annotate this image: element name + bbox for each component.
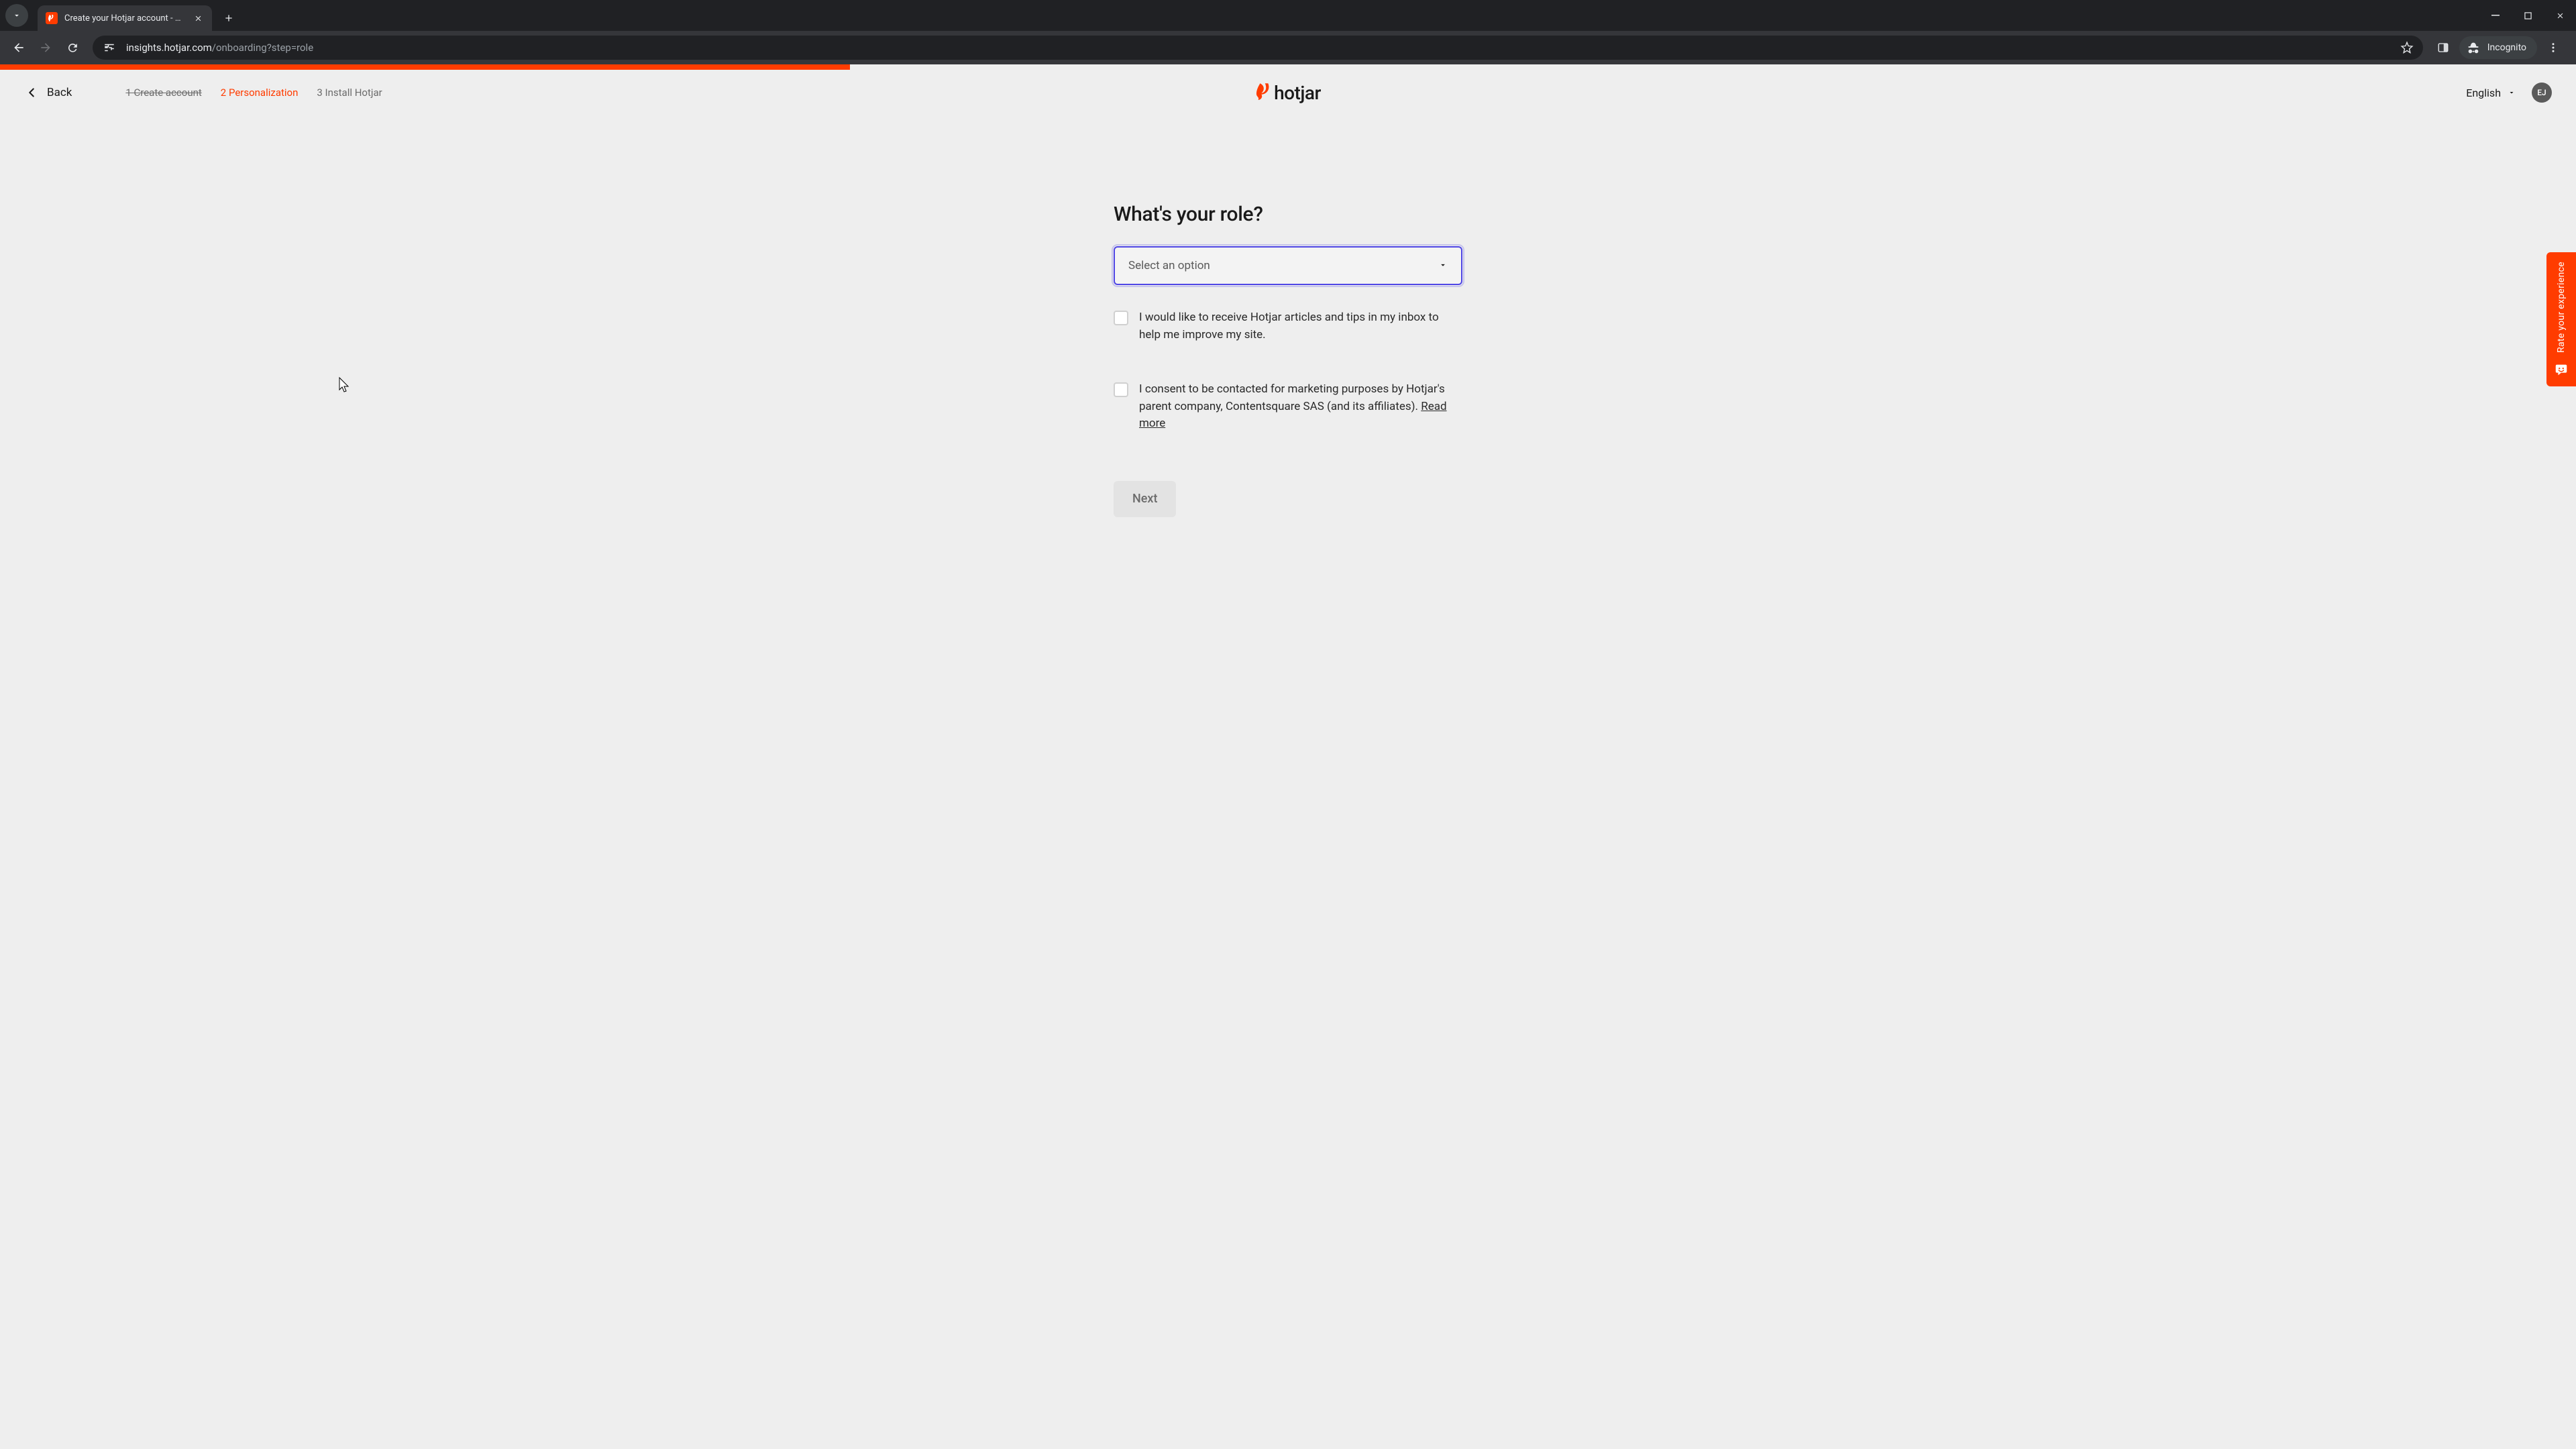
checkbox-tips-row: I would like to receive Hotjar articles … [1114, 309, 1462, 343]
step-install-hotjar: 3 Install Hotjar [317, 87, 382, 99]
minimize-icon [2491, 11, 2500, 19]
forward-nav-button[interactable] [34, 36, 58, 60]
close-window-button[interactable] [2544, 5, 2576, 26]
next-button[interactable]: Next [1114, 481, 1176, 517]
tab-search-button[interactable] [5, 4, 28, 27]
incognito-icon [2466, 40, 2481, 55]
browser-menu-button[interactable] [2541, 36, 2565, 60]
onboarding-steps: 1 Create account 2 Personalization 3 Ins… [125, 87, 382, 99]
checkbox-tips-label: I would like to receive Hotjar articles … [1139, 309, 1462, 343]
checkbox-consent[interactable] [1114, 382, 1128, 397]
close-icon [2556, 11, 2565, 20]
hotjar-favicon-icon [46, 12, 58, 24]
tune-icon [103, 42, 115, 54]
back-link[interactable]: Back [24, 85, 72, 100]
app-header: Back 1 Create account 2 Personalization … [0, 70, 2576, 115]
tab-strip: Create your Hotjar account - Ho [0, 0, 2576, 31]
checkbox-consent-label: I consent to be contacted for marketing … [1139, 381, 1462, 433]
mouse-cursor-icon [337, 376, 351, 394]
panel-icon [2437, 42, 2449, 54]
toolbar-right: Incognito [2431, 36, 2569, 60]
hotjar-wordmark: hotjar [1274, 82, 1321, 104]
avatar-initials: EJ [2537, 88, 2546, 97]
address-bar[interactable]: insights.hotjar.com/onboarding?step=role [93, 36, 2423, 60]
bookmark-button[interactable] [2400, 41, 2414, 54]
onboarding-form: What's your role? Select an option I wou… [1107, 203, 1469, 517]
select-caret-icon [1438, 260, 1448, 272]
feedback-tab[interactable]: Rate your experience [2546, 252, 2576, 386]
browser-chrome: Create your Hotjar account - Ho [0, 0, 2576, 64]
checkbox-tips[interactable] [1114, 311, 1128, 325]
browser-tab[interactable]: Create your Hotjar account - Ho [38, 5, 212, 31]
site-info-button[interactable] [102, 40, 117, 55]
header-right: English EJ [2466, 83, 2552, 103]
browser-toolbar: insights.hotjar.com/onboarding?step=role… [0, 31, 2576, 64]
maximize-icon [2524, 12, 2532, 19]
maximize-button[interactable] [2512, 5, 2544, 26]
hotjar-logo[interactable]: hotjar [1255, 82, 1321, 104]
chevron-down-icon [12, 11, 21, 20]
form-heading: What's your role? [1114, 203, 1462, 226]
language-switcher[interactable]: English [2466, 87, 2516, 99]
step-create-account: 1 Create account [125, 87, 201, 99]
incognito-label: Incognito [2487, 42, 2526, 53]
arrow-left-icon [12, 41, 25, 54]
arrow-right-icon [39, 41, 52, 54]
role-select[interactable]: Select an option [1114, 246, 1462, 285]
chat-icon [2554, 362, 2569, 380]
star-icon [2400, 41, 2414, 54]
avatar[interactable]: EJ [2532, 83, 2552, 103]
plus-icon [223, 13, 234, 23]
reload-button[interactable] [60, 36, 85, 60]
tab-close-button[interactable] [192, 12, 204, 24]
more-vert-icon [2547, 42, 2559, 54]
feedback-label: Rate your experience [2556, 262, 2567, 353]
url-text: insights.hotjar.com/onboarding?step=role [126, 42, 2391, 54]
window-controls [2479, 0, 2576, 31]
incognito-indicator[interactable]: Incognito [2459, 36, 2537, 59]
select-placeholder: Select an option [1128, 259, 1210, 272]
step-personalization: 2 Personalization [221, 87, 299, 99]
checkbox-consent-row: I consent to be contacted for marketing … [1114, 381, 1462, 433]
minimize-button[interactable] [2479, 5, 2512, 26]
language-label: English [2466, 87, 2501, 99]
back-nav-button[interactable] [7, 36, 31, 60]
back-label: Back [47, 86, 72, 99]
new-tab-button[interactable] [219, 8, 239, 28]
reload-icon [66, 42, 79, 54]
onboarding-progress-bar [0, 64, 850, 70]
close-icon [194, 14, 203, 23]
tab-title: Create your Hotjar account - Ho [64, 13, 185, 23]
page-viewport: Back 1 Create account 2 Personalization … [0, 64, 2576, 1449]
hotjar-flame-icon [1255, 83, 1270, 102]
side-panel-button[interactable] [2431, 36, 2455, 60]
caret-down-icon [2508, 89, 2516, 97]
chevron-left-icon [24, 85, 39, 100]
